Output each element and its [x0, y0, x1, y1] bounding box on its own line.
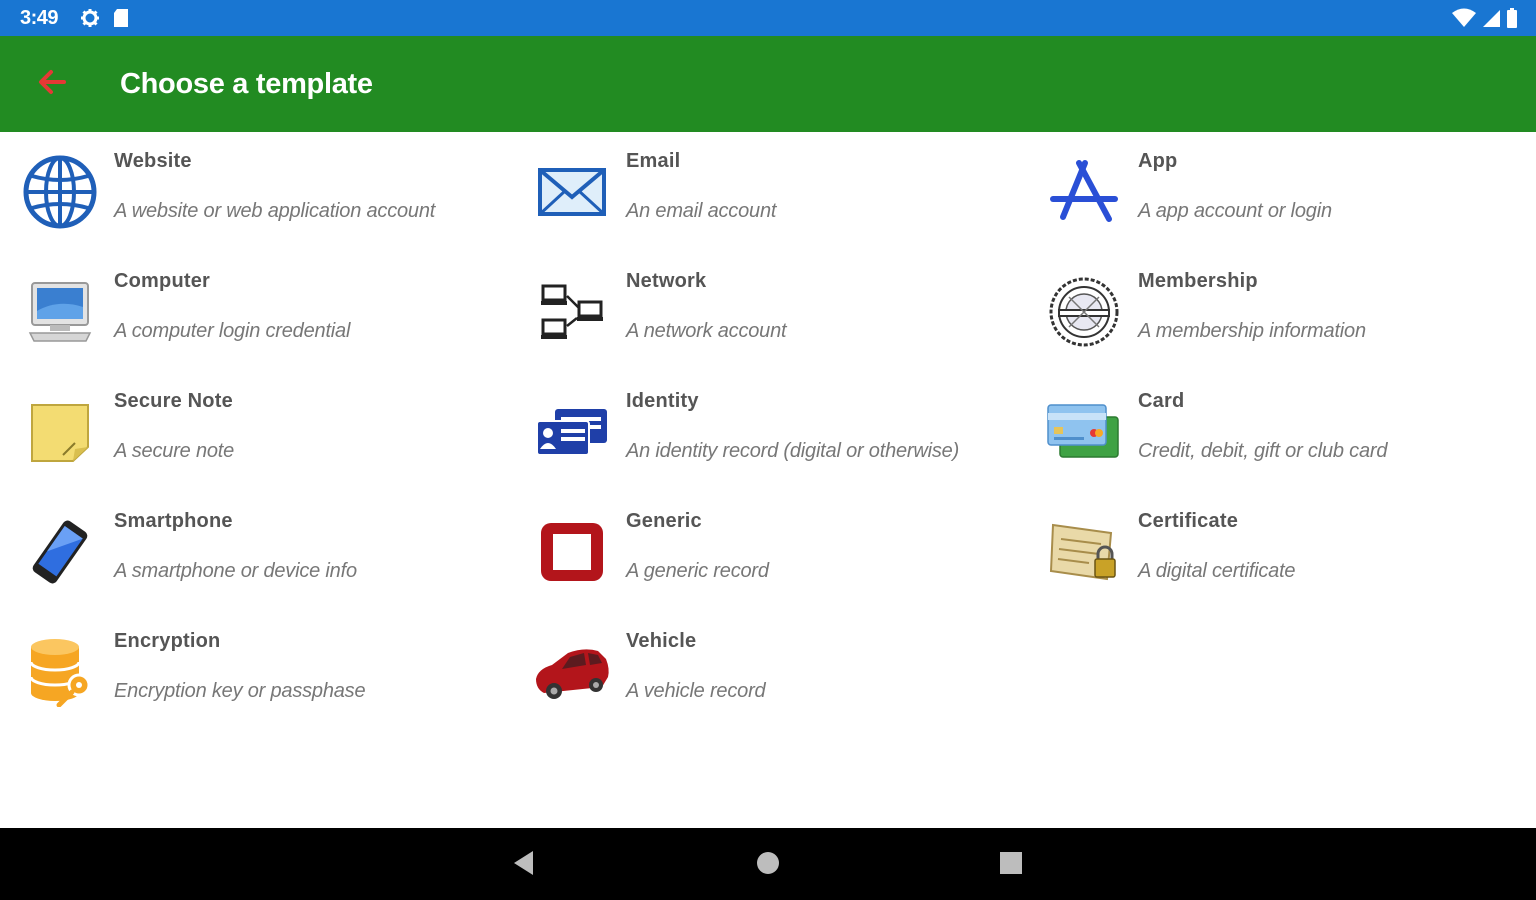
template-description: A website or web application account: [114, 200, 436, 222]
template-smartphone[interactable]: Smartphone A smartphone or device info: [0, 492, 500, 612]
credit-card-icon: [1044, 392, 1124, 472]
template-title: Network: [626, 270, 707, 292]
system-nav-bar: [0, 828, 1536, 900]
template-encryption[interactable]: Encryption Encryption key or passphase: [0, 612, 500, 732]
template-title: Certificate: [1138, 510, 1239, 532]
template-title: Vehicle: [626, 630, 697, 652]
nav-home-button[interactable]: [751, 848, 785, 882]
generic-square-icon: [532, 512, 612, 592]
template-title: Computer: [114, 270, 211, 292]
template-computer[interactable]: Computer A computer login credential: [0, 252, 500, 372]
template-description: A vehicle record: [626, 680, 766, 702]
home-circle-icon: [755, 850, 781, 881]
template-description: A app account or login: [1138, 200, 1332, 222]
membership-stamp-icon: [1044, 272, 1124, 352]
template-certificate[interactable]: Certificate A digital certificate: [1024, 492, 1524, 612]
sticky-note-icon: [20, 392, 100, 472]
arrow-left-icon: [37, 69, 67, 100]
network-icon: [532, 272, 612, 352]
nav-recents-button[interactable]: [994, 848, 1028, 882]
signal-icon: [1482, 8, 1500, 33]
template-title: Identity: [626, 390, 699, 412]
sd-card-icon: [112, 8, 130, 33]
car-icon: [532, 632, 612, 712]
status-left-icons: [80, 8, 130, 33]
template-description: An identity record (digital or otherwise…: [626, 440, 960, 462]
template-secure-note[interactable]: Secure Note A secure note: [0, 372, 500, 492]
envelope-icon: [532, 152, 612, 232]
battery-icon: [1506, 8, 1518, 33]
template-title: Secure Note: [114, 390, 233, 412]
template-description: A membership information: [1138, 320, 1366, 342]
template-description: An email account: [626, 200, 777, 222]
id-card-icon: [532, 392, 612, 472]
back-button[interactable]: [30, 64, 74, 104]
status-bar: 3:49: [0, 0, 1536, 36]
globe-icon: [20, 152, 100, 232]
app-store-icon: [1044, 152, 1124, 232]
recents-square-icon: [998, 850, 1024, 881]
template-vehicle[interactable]: Vehicle A vehicle record: [512, 612, 1012, 732]
template-identity[interactable]: Identity An identity record (digital or …: [512, 372, 1012, 492]
back-triangle-icon: [511, 849, 537, 882]
certificate-icon: [1044, 512, 1124, 592]
smartphone-icon: [20, 512, 100, 592]
wifi-icon: [1452, 8, 1476, 33]
computer-icon: [20, 272, 100, 352]
template-title: Card: [1138, 390, 1185, 412]
template-title: Membership: [1138, 270, 1258, 292]
nav-back-button[interactable]: [507, 848, 541, 882]
template-title: Smartphone: [114, 510, 233, 532]
template-network[interactable]: Network A network account: [512, 252, 1012, 372]
template-card[interactable]: Card Credit, debit, gift or club card: [1024, 372, 1524, 492]
template-title: App: [1138, 150, 1178, 172]
template-description: Credit, debit, gift or club card: [1138, 440, 1388, 462]
template-description: A computer login credential: [114, 320, 351, 342]
template-generic[interactable]: Generic A generic record: [512, 492, 1012, 612]
gear-icon: [80, 8, 100, 33]
template-description: A smartphone or device info: [114, 560, 357, 582]
template-description: A generic record: [626, 560, 769, 582]
template-title: Email: [626, 150, 681, 172]
template-list: Website A website or web application acc…: [0, 132, 1536, 828]
template-description: Encryption key or passphase: [114, 680, 366, 702]
template-title: Website: [114, 150, 192, 172]
page-title: Choose a template: [120, 68, 373, 100]
app-bar: Choose a template: [0, 36, 1536, 132]
template-description: A digital certificate: [1138, 560, 1296, 582]
template-title: Encryption: [114, 630, 221, 652]
database-key-icon: [20, 632, 100, 712]
template-title: Generic: [626, 510, 702, 532]
template-app[interactable]: App A app account or login: [1024, 132, 1524, 252]
template-website[interactable]: Website A website or web application acc…: [0, 132, 500, 252]
template-description: A network account: [626, 320, 787, 342]
template-email[interactable]: Email An email account: [512, 132, 1012, 252]
status-right-icons: [1452, 8, 1518, 33]
status-time: 3:49: [20, 7, 59, 29]
template-membership[interactable]: Membership A membership information: [1024, 252, 1524, 372]
template-description: A secure note: [114, 440, 235, 462]
